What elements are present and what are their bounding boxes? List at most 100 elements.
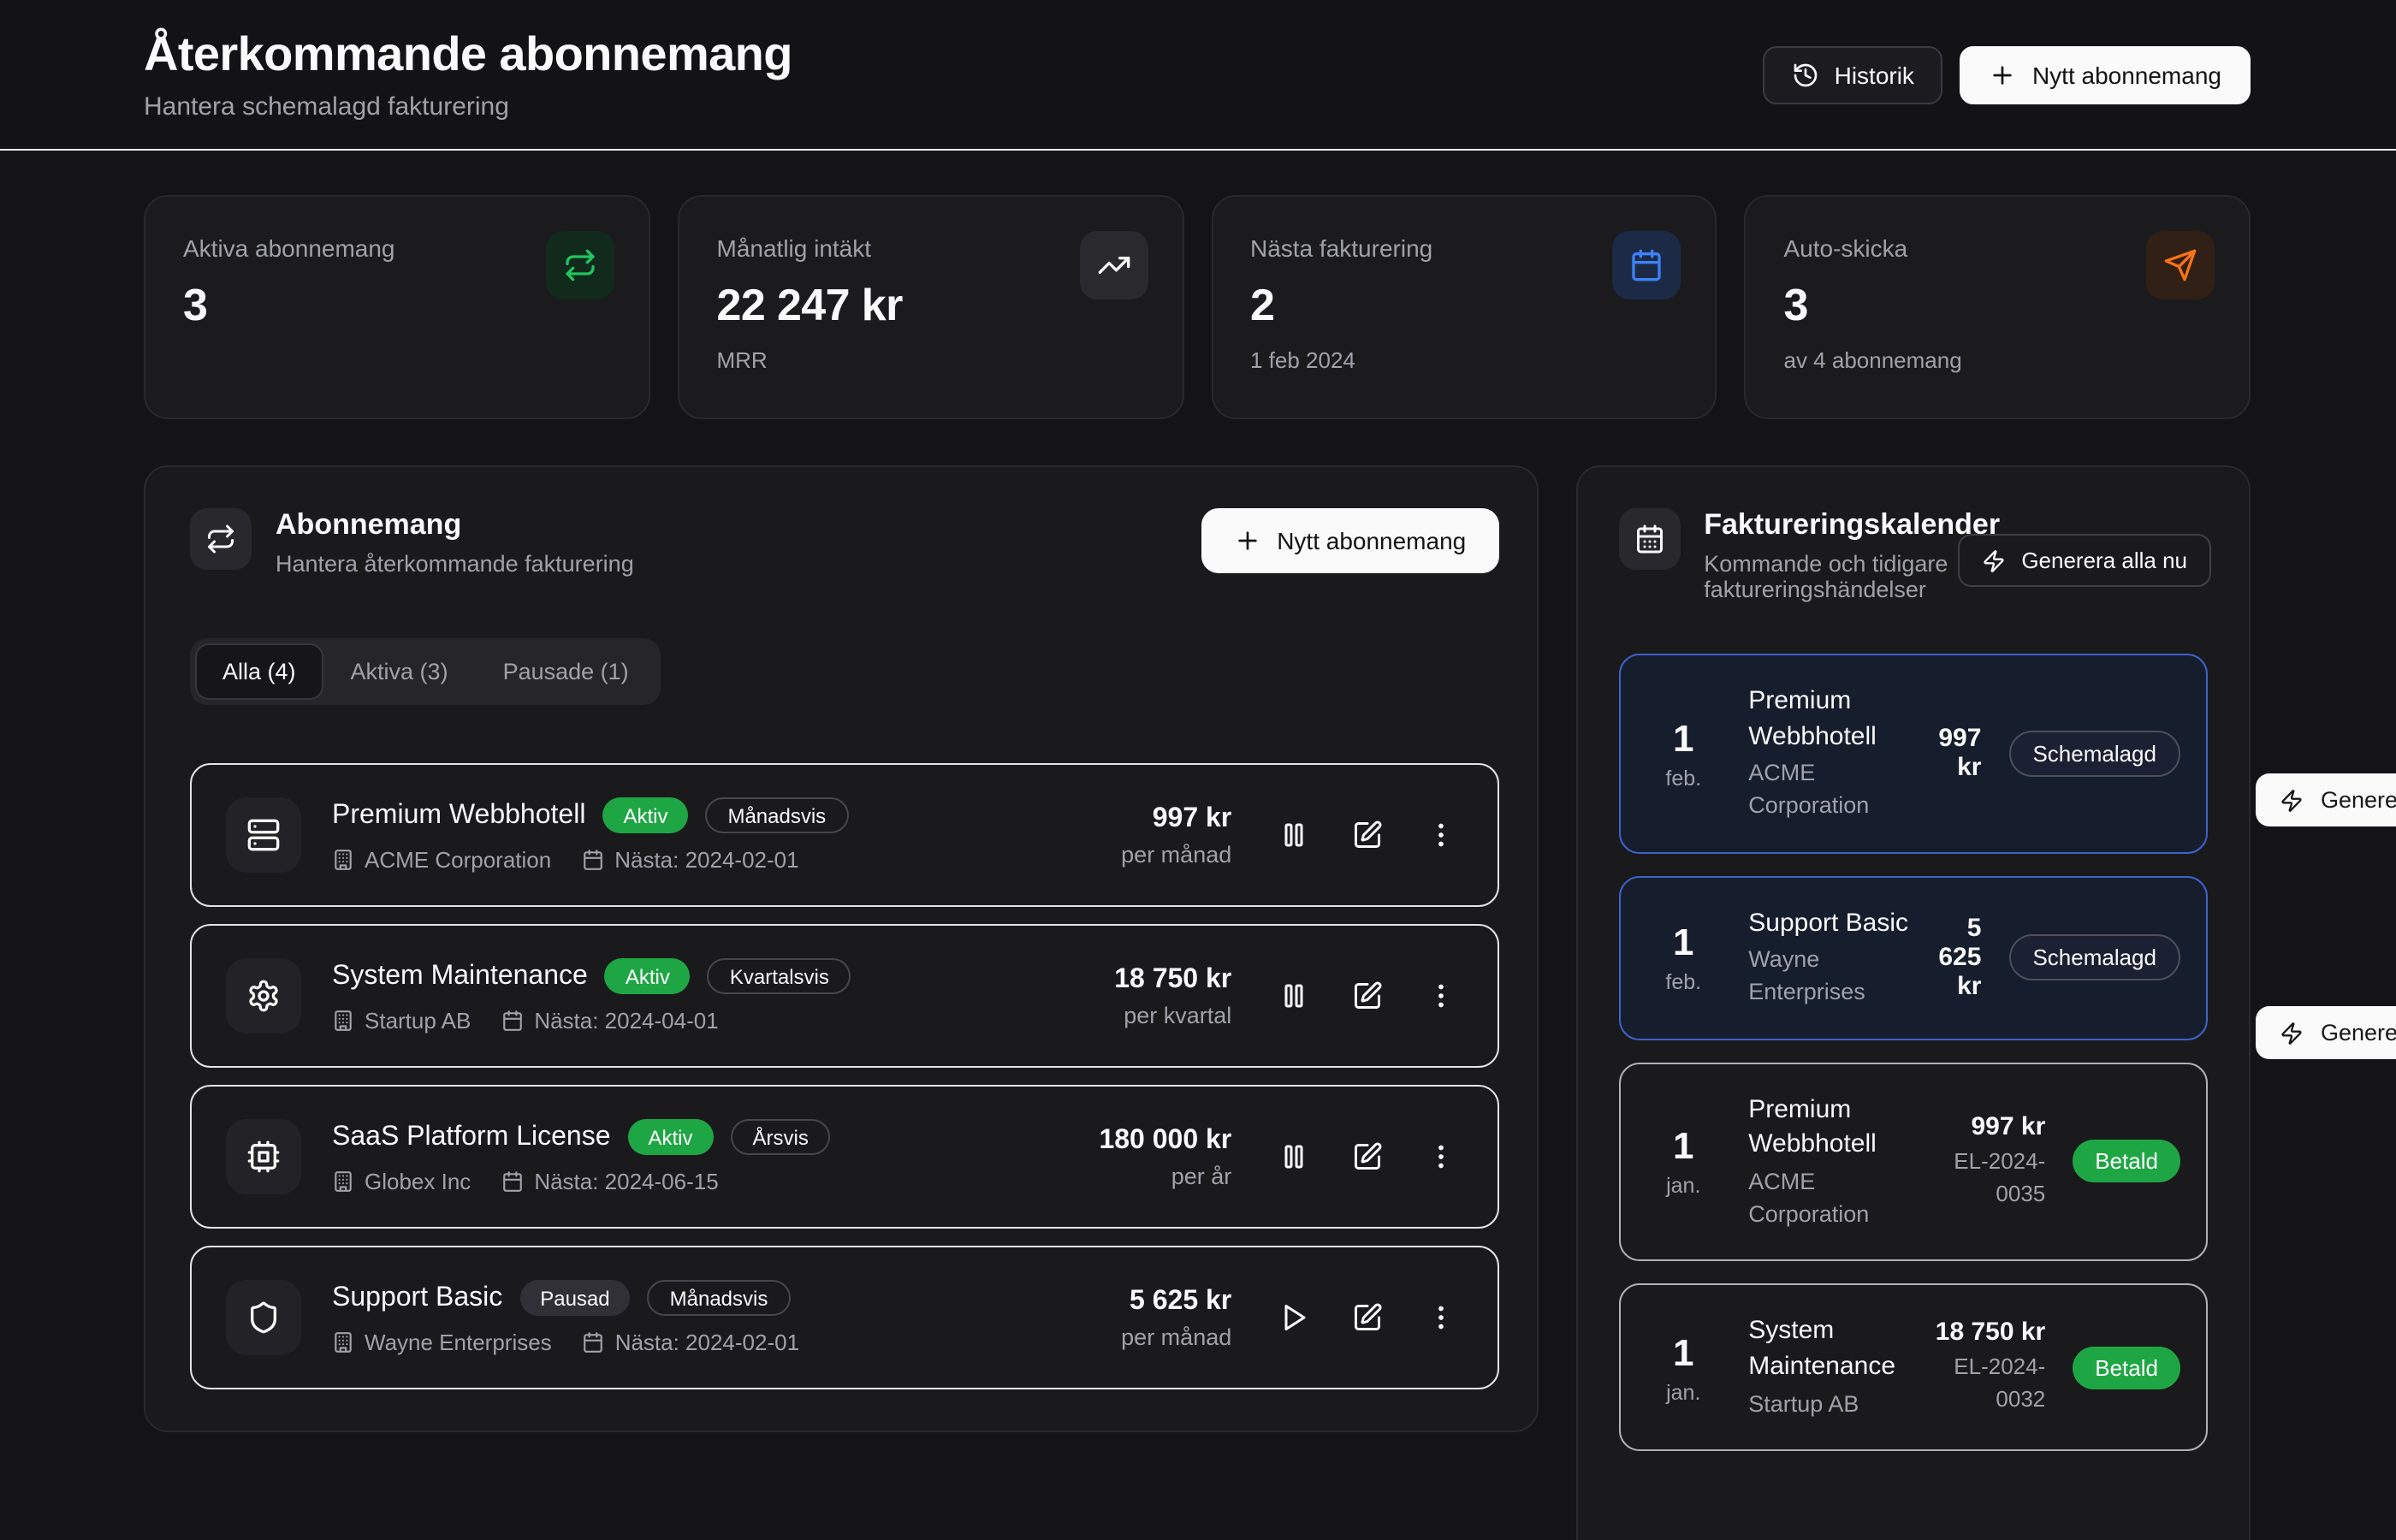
event-client: Startup AB xyxy=(1748,1389,1919,1420)
price: 18 750 kr xyxy=(1114,964,1231,995)
subscriptions-panel-titles: Abonnemang Hantera återkommande fakturer… xyxy=(276,508,634,577)
pause-button[interactable] xyxy=(1278,980,1308,1011)
event-client: ACME Corporation xyxy=(1748,1167,1919,1231)
price-period: per månad xyxy=(1121,841,1231,867)
new-subscription-button-panel[interactable]: Nytt abonnemang xyxy=(1201,508,1498,573)
event-info: Support Basic Wayne Enterprises xyxy=(1748,906,1919,1009)
page: Återkommande abonnemang Hantera schemala… xyxy=(0,0,2396,1540)
edit-button[interactable] xyxy=(1351,1141,1382,1172)
generate-now-overflow-button[interactable]: Generera nu xyxy=(2256,1006,2396,1059)
subscription-actions xyxy=(1278,820,1456,850)
next-billing: Nästa: 2024-04-01 xyxy=(501,1008,718,1034)
edit-button[interactable] xyxy=(1351,820,1382,850)
subscription-actions xyxy=(1278,1302,1456,1333)
event-amount: 18 750 kr xyxy=(1919,1318,2045,1348)
billing-calendar-titles: Faktureringskalender Kommande och tidiga… xyxy=(1704,508,2000,602)
event-day: 1 xyxy=(1646,921,1721,965)
repeat-icon xyxy=(546,231,614,299)
tab-aktiva[interactable]: Aktiva (3) xyxy=(325,645,474,698)
edit-button[interactable] xyxy=(1351,980,1382,1011)
content: Aktiva abonnemang 3 Månatlig intäkt 22 2… xyxy=(0,151,2396,1540)
client-name: Wayne Enterprises xyxy=(332,1330,552,1355)
subscription-info: Premium Webbhotell Aktiv Månadsvis ACME … xyxy=(332,797,848,873)
event-name: Support Basic xyxy=(1748,906,1919,941)
event-info: Premium Webbhotell ACME Corporation xyxy=(1748,684,1919,822)
more-button[interactable] xyxy=(1425,1302,1456,1333)
repeat-icon xyxy=(190,508,252,570)
client-name: Globex Inc xyxy=(332,1169,471,1194)
subscription-actions xyxy=(1278,1141,1456,1172)
building-icon xyxy=(332,1331,354,1353)
subscription-actions xyxy=(1278,980,1456,1011)
cpu-icon xyxy=(226,1119,301,1194)
interval-badge: Månadsvis xyxy=(705,797,848,833)
event-name: System Maintenance xyxy=(1748,1314,1919,1385)
history-button-label: Historik xyxy=(1835,61,1914,88)
stat-card-auto-send: Auto-skicka 3 av 4 abonnemang xyxy=(1745,195,2251,419)
calendar-icon xyxy=(583,1331,605,1353)
page-subtitle: Hantera schemalagd fakturering xyxy=(144,92,792,121)
price: 997 kr xyxy=(1121,803,1231,834)
new-subscription-button-header[interactable]: Nytt abonnemang xyxy=(1960,45,2251,104)
event-amount-block: 18 750 kr EL-2024-0032 xyxy=(1919,1318,2062,1417)
event-amount: 997 kr xyxy=(1919,1112,2045,1141)
stat-sub: MRR xyxy=(717,347,1145,373)
more-button[interactable] xyxy=(1425,1141,1456,1172)
page-title: Återkommande abonnemang xyxy=(144,27,792,82)
more-button[interactable] xyxy=(1425,820,1456,850)
event-name: Premium Webbhotell xyxy=(1748,1093,1919,1164)
next-billing: Nästa: 2024-02-01 xyxy=(582,847,798,873)
event-name: Premium Webbhotell xyxy=(1748,684,1919,755)
play-button[interactable] xyxy=(1278,1302,1308,1333)
new-subscription-label: Nytt abonnemang xyxy=(2032,61,2221,88)
price: 5 625 kr xyxy=(1121,1286,1231,1317)
generate-now-overflow-button[interactable]: Generera nu xyxy=(2256,773,2396,826)
event-date: 1 feb. xyxy=(1646,921,1721,994)
status-badge: Pausad xyxy=(519,1280,630,1316)
billing-events-list: 1 feb. Premium Webbhotell ACME Corporati… xyxy=(1618,654,2208,1451)
subscriptions-panel-header: Abonnemang Hantera återkommande fakturer… xyxy=(190,508,1498,577)
subscriptions-panel-title: Abonnemang xyxy=(276,508,634,542)
interval-badge: Kvartalsvis xyxy=(708,958,851,994)
subscription-info: SaaS Platform License Aktiv Årsvis Globe… xyxy=(332,1119,831,1194)
zap-icon xyxy=(1982,548,2006,572)
tab-pausade[interactable]: Pausade (1) xyxy=(477,645,655,698)
pause-button[interactable] xyxy=(1278,820,1308,850)
send-icon xyxy=(2146,231,2215,299)
stat-card-next-billing: Nästa fakturering 2 1 feb 2024 xyxy=(1211,195,1717,419)
calendar-icon xyxy=(501,1170,524,1193)
subscription-name: Premium Webbhotell xyxy=(332,800,585,831)
more-button[interactable] xyxy=(1425,980,1456,1011)
building-icon xyxy=(332,1010,354,1032)
billing-event-card: 1 jan. Premium Webbhotell ACME Corporati… xyxy=(1618,1062,2208,1261)
plus-icon xyxy=(1234,527,1261,554)
subscription-info: System Maintenance Aktiv Kvartalsvis Sta… xyxy=(332,958,851,1034)
event-day: 1 xyxy=(1646,717,1721,761)
billing-event-card: 1 feb. Support Basic Wayne Enterprises 5… xyxy=(1618,875,2208,1040)
trending-up-icon xyxy=(1079,231,1148,299)
billing-event-card: 1 feb. Premium Webbhotell ACME Corporati… xyxy=(1618,654,2208,853)
event-info: Premium Webbhotell ACME Corporation xyxy=(1748,1093,1919,1230)
subscription-row: Support Basic Pausad Månadsvis Wayne Ent… xyxy=(190,1246,1498,1389)
generate-all-button[interactable]: Generera alla nu xyxy=(1958,534,2211,587)
edit-button[interactable] xyxy=(1351,1302,1382,1333)
client-name: Startup AB xyxy=(332,1008,471,1034)
subscription-name: Support Basic xyxy=(332,1282,502,1313)
price-period: per år xyxy=(1099,1163,1231,1188)
subscription-filter-tabs: Alla (4) Aktiva (3) Pausade (1) xyxy=(190,638,661,705)
pause-button[interactable] xyxy=(1278,1141,1308,1172)
event-amount-block: 997 kr xyxy=(1919,725,1998,783)
event-status-badge: Betald xyxy=(2073,1140,2180,1183)
event-info: System Maintenance Startup AB xyxy=(1748,1314,1919,1420)
subscription-price: 18 750 kr per kvartal xyxy=(1114,964,1231,1028)
event-amount-block: 5 625 kr xyxy=(1919,914,1998,1001)
event-amount: 5 625 kr xyxy=(1919,914,1981,1001)
calendar-icon xyxy=(501,1010,524,1032)
stat-cards: Aktiva abonnemang 3 Månatlig intäkt 22 2… xyxy=(144,195,2251,419)
event-client: ACME Corporation xyxy=(1748,759,1919,823)
tab-alla[interactable]: Alla (4) xyxy=(197,645,322,698)
subscription-row: Premium Webbhotell Aktiv Månadsvis ACME … xyxy=(190,763,1498,907)
new-subscription-label: Nytt abonnemang xyxy=(1277,527,1466,554)
history-button[interactable]: Historik xyxy=(1763,45,1943,104)
subscriptions-panel: Abonnemang Hantera återkommande fakturer… xyxy=(144,465,1538,1432)
